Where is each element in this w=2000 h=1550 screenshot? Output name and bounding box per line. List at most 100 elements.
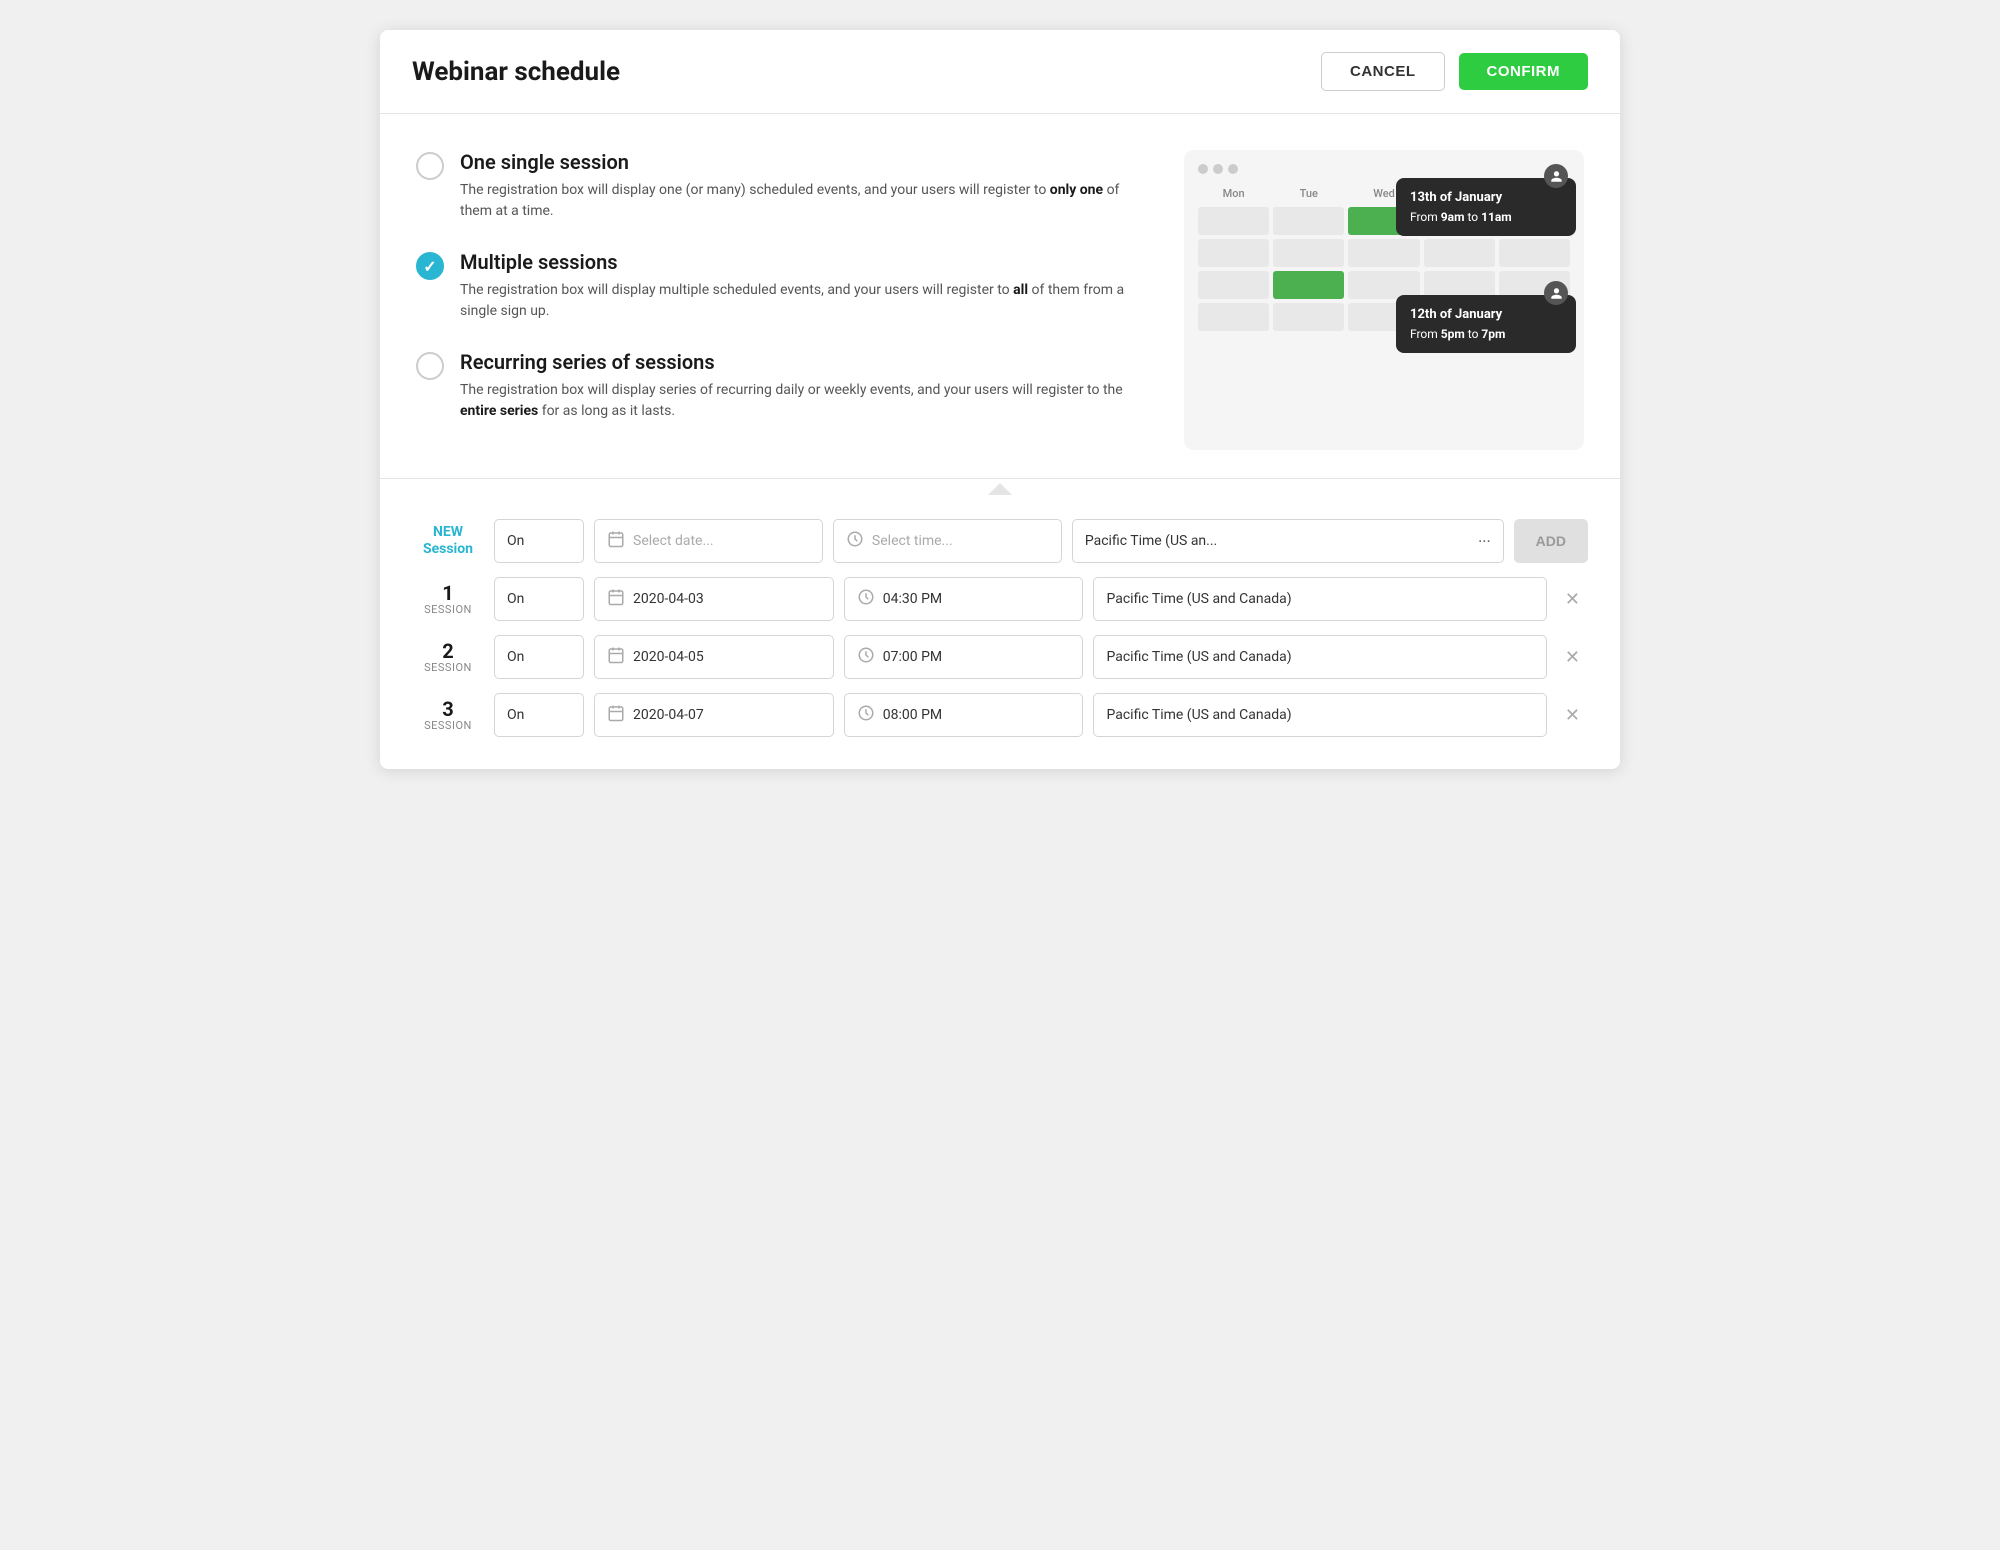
session-3-date-field[interactable]: 2020-04-07 [594,693,834,737]
new-session-tz-field[interactable]: Pacific Time (US an... ··· [1072,519,1504,563]
radio-single[interactable] [416,152,444,180]
cal-cell [1198,207,1269,235]
cal-cell [1424,239,1495,267]
session-1-on-field[interactable]: On [494,577,584,621]
header-buttons: CANCEL CONFIRM [1321,52,1588,91]
window-dots [1198,164,1570,174]
calendar-icon [607,588,625,610]
session-2-label: 2 SESSION [412,641,484,674]
session-3-tz-field[interactable]: Pacific Time (US and Canada) [1093,693,1546,737]
session-2-num: 2 [412,641,484,661]
cal-header-tue: Tue [1273,184,1344,203]
session-1-on-value: On [507,591,524,607]
tooltip1-time: From 9am to 11am [1410,208,1562,226]
cal-cell [1273,207,1344,235]
three-dots-icon[interactable]: ··· [1478,532,1491,551]
session-1-tz-field[interactable]: Pacific Time (US and Canada) [1093,577,1546,621]
new-session-label: NEW Session [412,524,484,558]
collapse-divider[interactable] [380,478,1620,499]
session-1-num: 1 [412,583,484,603]
arrow-up-icon [988,483,1012,495]
option-multiple-sessions[interactable]: Multiple sessions The registration box w… [416,250,1152,322]
session-2-tz-value: Pacific Time (US and Canada) [1106,649,1291,665]
session-1-time-value: 04:30 PM [883,591,942,607]
new-session-row: NEW Session On Select date... Select tim… [412,519,1588,563]
tooltip2-time: From 5pm to 7pm [1410,325,1562,343]
tooltip1-date: 13th of January [1410,188,1562,208]
option-recurring-sessions[interactable]: Recurring series of sessions The registr… [416,350,1152,422]
cal-cell [1198,239,1269,267]
remove-session-2-button[interactable]: ✕ [1557,643,1588,672]
session-2-on-field[interactable]: On [494,635,584,679]
session-2-tz-field[interactable]: Pacific Time (US and Canada) [1093,635,1546,679]
clock-icon [857,704,875,726]
new-session-time-placeholder: Select time... [872,533,953,549]
sessions-section: NEW Session On Select date... Select tim… [380,499,1620,769]
session-row-3: 3 SESSION On 2020-04-07 08:00 PM Pacific… [412,693,1588,737]
tooltip1-person-icon [1544,164,1568,188]
session-2-date-value: 2020-04-05 [633,649,704,665]
clock-icon [846,530,864,552]
new-session-on-value: On [507,533,524,549]
cal-cell [1198,303,1269,331]
session-3-word: SESSION [412,719,484,732]
session-row-1: 1 SESSION On 2020-04-03 04:30 PM Pacific… [412,577,1588,621]
new-session-on-field[interactable]: On [494,519,584,563]
session-1-time-field[interactable]: 04:30 PM [844,577,1084,621]
session-3-label: 3 SESSION [412,699,484,732]
session-3-num: 3 [412,699,484,719]
header: Webinar schedule CANCEL CONFIRM [380,30,1620,114]
add-session-button[interactable]: ADD [1514,519,1588,563]
session-3-tz-value: Pacific Time (US and Canada) [1106,707,1291,723]
session-1-word: SESSION [412,603,484,616]
main-card: Webinar schedule CANCEL CONFIRM One sing… [380,30,1620,769]
new-session-time-field[interactable]: Select time... [833,519,1062,563]
dot3 [1228,164,1238,174]
option-multiple-desc: The registration box will display multip… [460,280,1152,322]
session-row-2: 2 SESSION On 2020-04-05 07:00 PM Pacific… [412,635,1588,679]
clock-icon [857,646,875,668]
option-single-text: One single session The registration box … [460,150,1152,222]
session-3-time-value: 08:00 PM [883,707,942,723]
tooltip2-date: 12th of January [1410,305,1562,325]
dot1 [1198,164,1208,174]
radio-recurring[interactable] [416,352,444,380]
remove-session-1-button[interactable]: ✕ [1557,585,1588,614]
calendar-icon [607,646,625,668]
remove-session-3-button[interactable]: ✕ [1557,701,1588,730]
new-session-date-field[interactable]: Select date... [594,519,823,563]
dot2 [1213,164,1223,174]
confirm-button[interactable]: CONFIRM [1459,53,1589,90]
option-recurring-desc: The registration box will display series… [460,380,1152,422]
session-2-on-value: On [507,649,524,665]
page-title: Webinar schedule [412,57,620,87]
calendar-illustration: Mon Tue Wed Thu Sun [1184,150,1584,450]
option-single-session[interactable]: One single session The registration box … [416,150,1152,222]
session-2-word: SESSION [412,661,484,674]
session-2-date-field[interactable]: 2020-04-05 [594,635,834,679]
session-1-date-field[interactable]: 2020-04-03 [594,577,834,621]
calendar-window: Mon Tue Wed Thu Sun [1184,150,1584,450]
cal-cell [1198,271,1269,299]
session-3-on-value: On [507,707,524,723]
session-1-label: 1 SESSION [412,583,484,616]
option-recurring-text: Recurring series of sessions The registr… [460,350,1152,422]
calendar-tooltip-2: 12th of January From 5pm to 7pm [1396,295,1576,353]
option-single-title: One single session [460,150,1152,174]
session-2-time-field[interactable]: 07:00 PM [844,635,1084,679]
tooltip2-person-icon [1544,281,1568,305]
session-3-on-field[interactable]: On [494,693,584,737]
radio-multiple[interactable] [416,252,444,280]
session-3-time-field[interactable]: 08:00 PM [844,693,1084,737]
options-section: One single session The registration box … [380,114,1620,478]
cal-cell-green [1273,271,1344,299]
option-single-desc: The registration box will display one (o… [460,180,1152,222]
session-3-date-value: 2020-04-07 [633,707,704,723]
calendar-icon [607,704,625,726]
new-session-tz-value: Pacific Time (US an... [1085,533,1217,549]
clock-icon [857,588,875,610]
session-2-time-value: 07:00 PM [883,649,942,665]
options-list: One single session The registration box … [416,150,1152,450]
session-1-tz-value: Pacific Time (US and Canada) [1106,591,1291,607]
cancel-button[interactable]: CANCEL [1321,52,1445,91]
